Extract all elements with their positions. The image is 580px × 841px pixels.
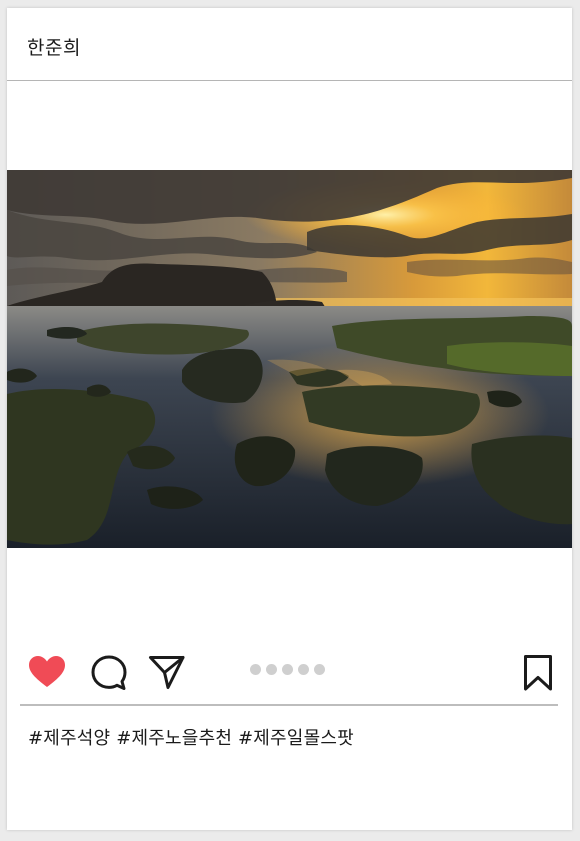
post-header: 한준희	[7, 8, 572, 81]
carousel-dot[interactable]	[314, 664, 325, 675]
carousel-dot[interactable]	[250, 664, 261, 675]
bookmark-icon[interactable]	[522, 654, 554, 692]
send-icon[interactable]	[148, 654, 186, 692]
post-photo[interactable]	[7, 170, 572, 548]
post-hashtags[interactable]: #제주석양 #제주노을추천 #제주일몰스팟	[28, 724, 354, 750]
like-heart-icon[interactable]	[28, 655, 66, 689]
username[interactable]: 한준희	[27, 33, 81, 60]
carousel-indicator	[250, 664, 325, 675]
post-card: 한준희 #제주석양 #제주노을추천 #제주일몰스팟	[7, 8, 572, 830]
carousel-dot[interactable]	[266, 664, 277, 675]
divider	[20, 704, 558, 706]
post-actions	[7, 648, 572, 704]
carousel-dot[interactable]	[298, 664, 309, 675]
comment-icon[interactable]	[90, 654, 128, 692]
carousel-dot[interactable]	[282, 664, 293, 675]
